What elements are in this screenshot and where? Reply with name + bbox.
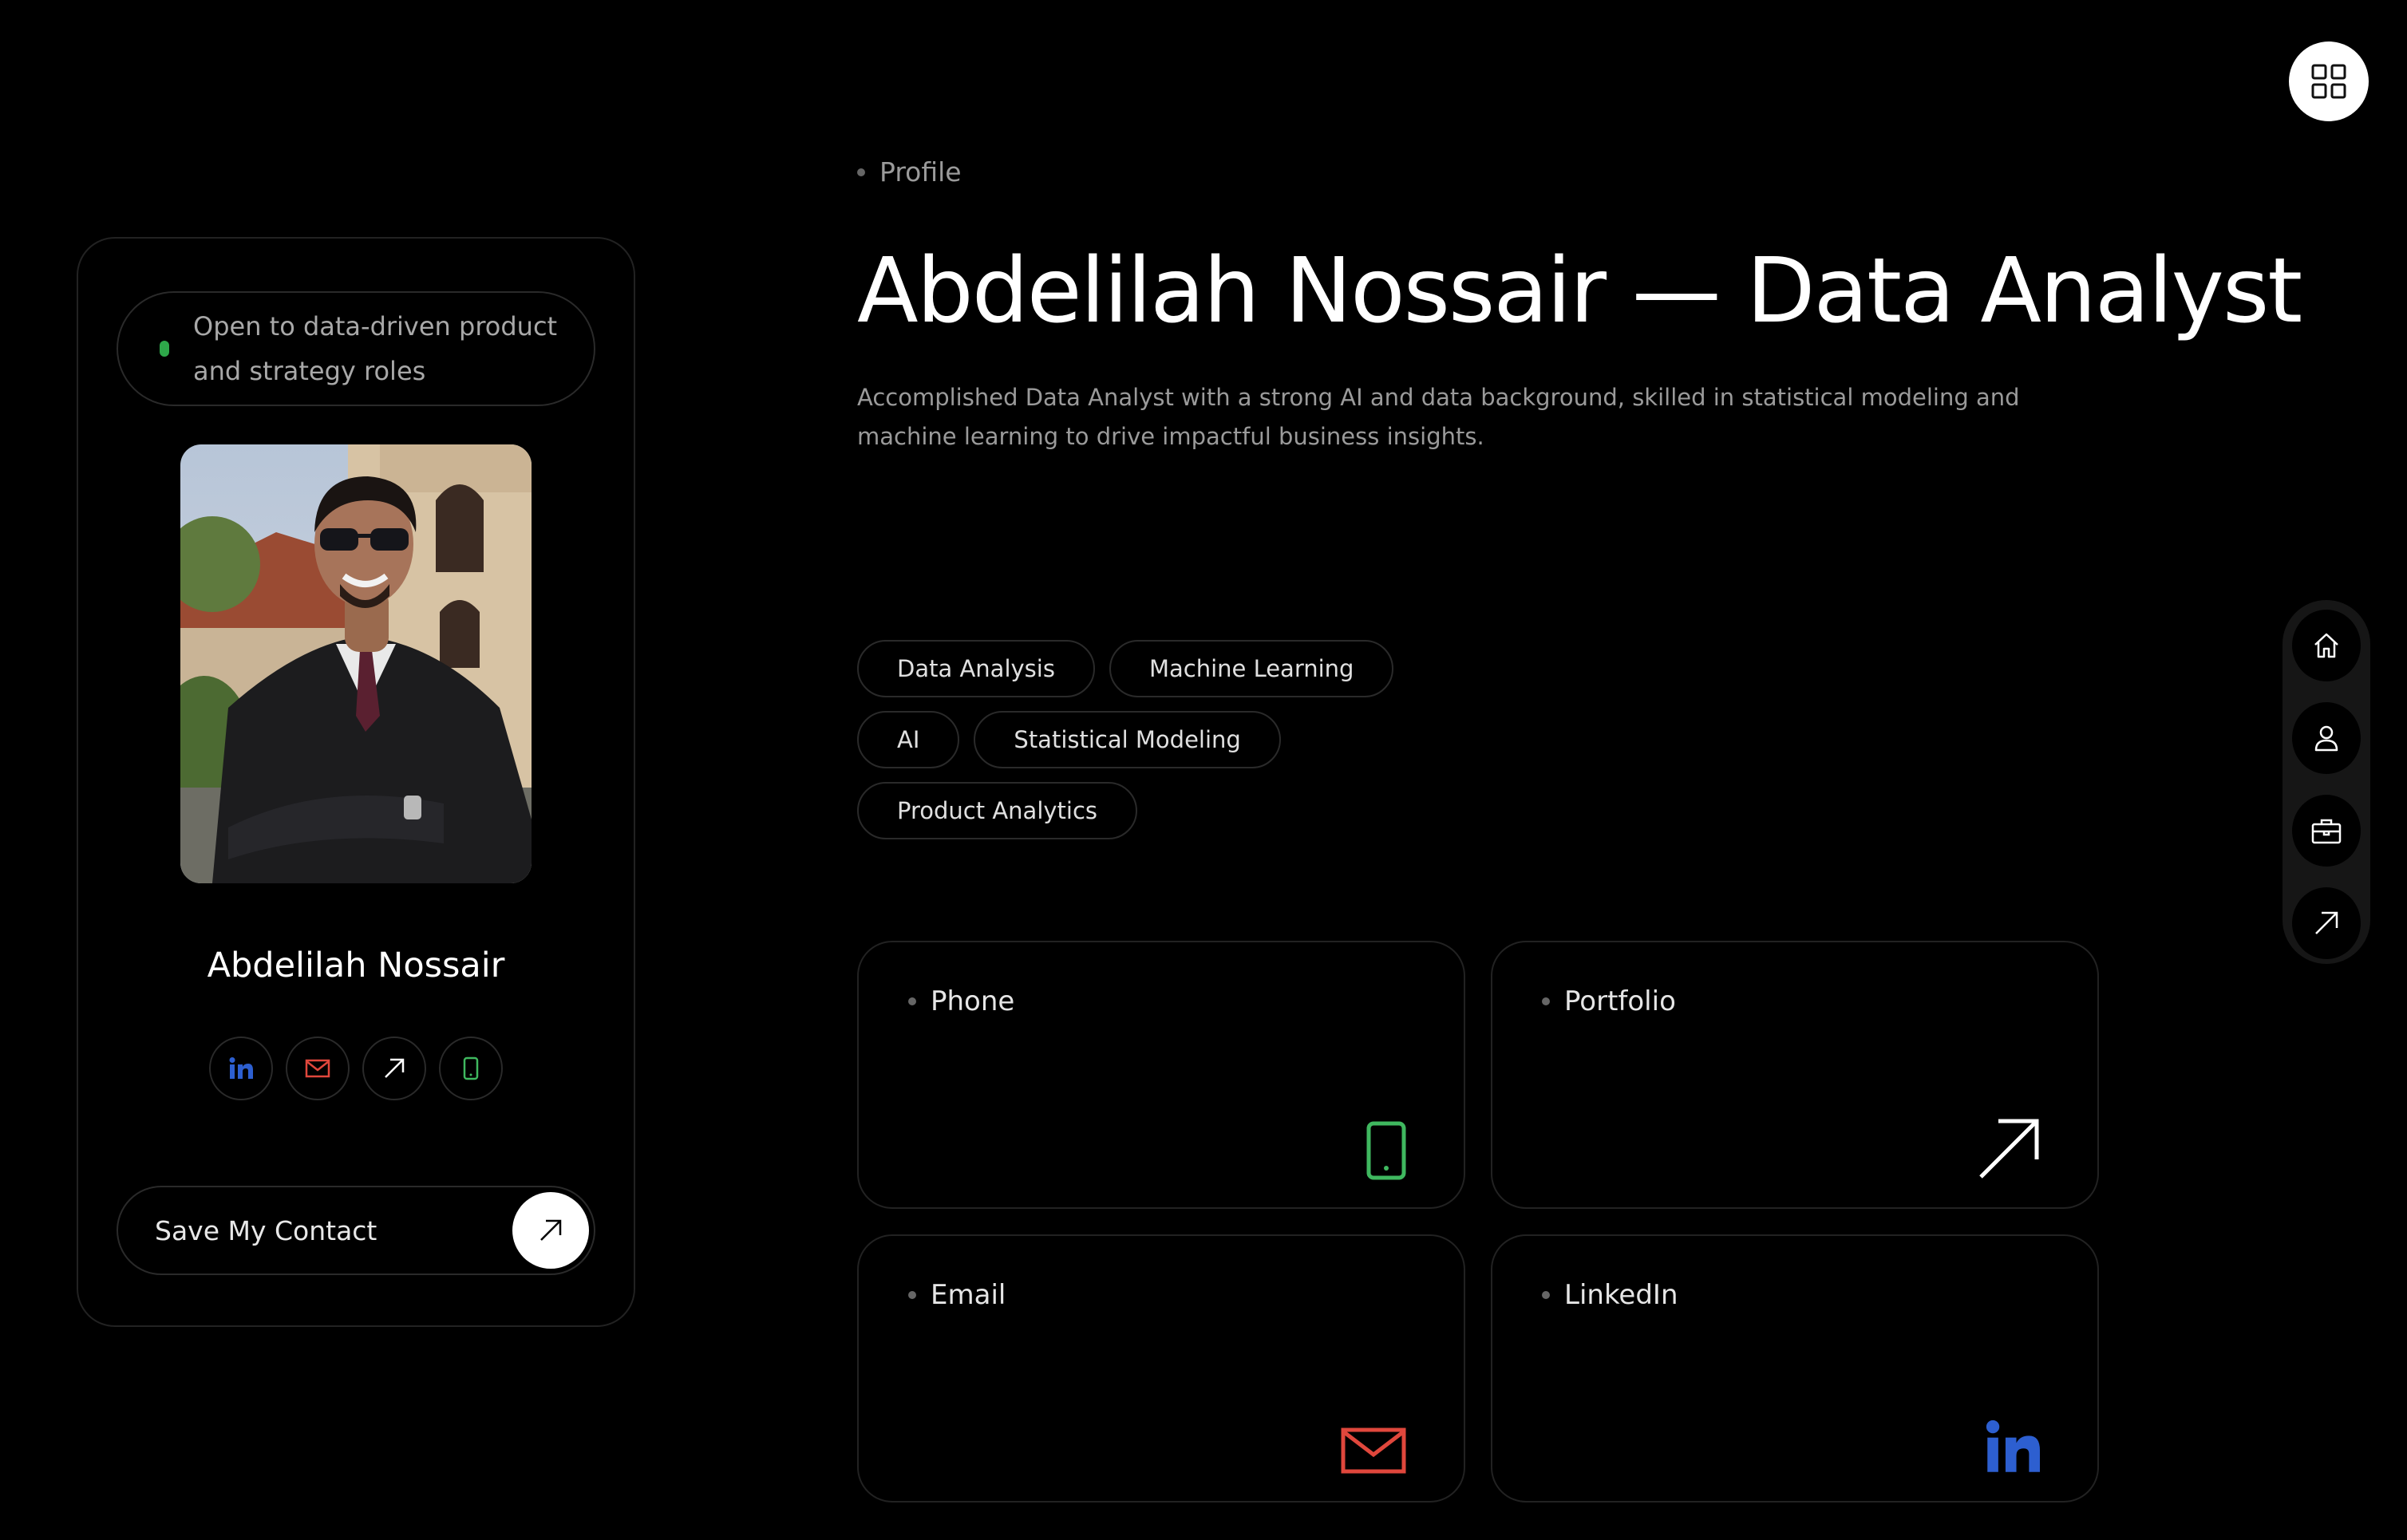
bullet-dot xyxy=(908,1291,916,1299)
nav-profile[interactable] xyxy=(2292,702,2361,774)
linkedin-icon xyxy=(1986,1420,2040,1472)
contact-grid: Phone Portfolio Email LinkedIn xyxy=(857,941,2099,1502)
phone-link[interactable] xyxy=(439,1037,503,1100)
nav-work[interactable] xyxy=(2292,795,2361,867)
contact-tile-label: Portfolio xyxy=(1542,985,1676,1017)
contact-label-text: Portfolio xyxy=(1564,985,1676,1017)
save-contact-arrow[interactable] xyxy=(512,1192,589,1269)
contact-tile-label: Email xyxy=(908,1279,1006,1311)
email-link[interactable] xyxy=(286,1037,350,1100)
skills-list: Data Analysis Machine Learning AI Statis… xyxy=(857,640,1416,853)
portfolio-link[interactable] xyxy=(362,1037,426,1100)
page-title: Abdelilah Nossair — Data Analyst xyxy=(857,239,2302,343)
linkedin-link[interactable] xyxy=(209,1037,273,1100)
bullet-dot xyxy=(1542,1291,1550,1299)
contact-label-text: LinkedIn xyxy=(1564,1279,1678,1311)
skill-chip: Data Analysis xyxy=(857,640,1095,697)
save-contact-button[interactable]: Save My Contact xyxy=(117,1186,595,1275)
phone-icon xyxy=(1366,1121,1406,1180)
user-icon xyxy=(2314,725,2338,752)
profile-photo xyxy=(180,444,532,883)
contact-label-text: Phone xyxy=(931,985,1015,1017)
nav-home[interactable] xyxy=(2292,610,2361,681)
arrow-up-right-icon xyxy=(2315,911,2338,934)
contact-tile-linkedin[interactable]: LinkedIn xyxy=(1491,1234,2099,1502)
briefcase-icon xyxy=(2311,819,2342,844)
skill-chip: Product Analytics xyxy=(857,782,1138,839)
save-contact-label: Save My Contact xyxy=(155,1214,377,1246)
arrow-up-right-icon xyxy=(540,1219,562,1241)
page: Open to data-driven product and strategy… xyxy=(0,0,2407,1540)
mail-icon xyxy=(305,1059,330,1078)
bullet-dot xyxy=(1542,997,1550,1005)
linkedin-icon xyxy=(229,1057,253,1079)
contact-tile-email[interactable]: Email xyxy=(857,1234,1465,1502)
profile-card: Open to data-driven product and strategy… xyxy=(77,237,635,1327)
contact-tile-label: Phone xyxy=(908,985,1014,1017)
arrow-up-right-icon xyxy=(1979,1119,2039,1179)
arrow-up-right-icon xyxy=(385,1058,405,1078)
profile-summary: Accomplished Data Analyst with a strong … xyxy=(857,384,2020,450)
home-icon xyxy=(2314,633,2338,658)
status-dot xyxy=(160,341,169,357)
skill-chip: Machine Learning xyxy=(1109,640,1394,697)
bullet-dot xyxy=(857,168,865,176)
side-navigation xyxy=(2282,600,2370,964)
availability-text: Open to data-driven product and strategy… xyxy=(193,311,558,386)
contact-tile-phone[interactable]: Phone xyxy=(857,941,1465,1209)
skill-chip: AI xyxy=(857,711,960,768)
contact-tile-portfolio[interactable]: Portfolio xyxy=(1491,941,2099,1209)
menu-grid-button[interactable] xyxy=(2289,41,2369,121)
social-links xyxy=(209,1037,503,1100)
profile-name: Abdelilah Nossair xyxy=(207,946,505,985)
nav-links[interactable] xyxy=(2292,887,2361,959)
phone-icon xyxy=(463,1056,479,1080)
availability-badge: Open to data-driven product and strategy… xyxy=(117,291,595,406)
skill-chip: Statistical Modeling xyxy=(974,711,1281,768)
bullet-dot xyxy=(908,997,916,1005)
mail-icon xyxy=(1341,1427,1406,1474)
contact-label-text: Email xyxy=(931,1279,1006,1311)
grid-icon xyxy=(2311,64,2346,99)
contact-tile-label: LinkedIn xyxy=(1542,1279,1678,1311)
section-label-text: Profile xyxy=(879,156,962,188)
section-label: Profile xyxy=(857,156,962,188)
